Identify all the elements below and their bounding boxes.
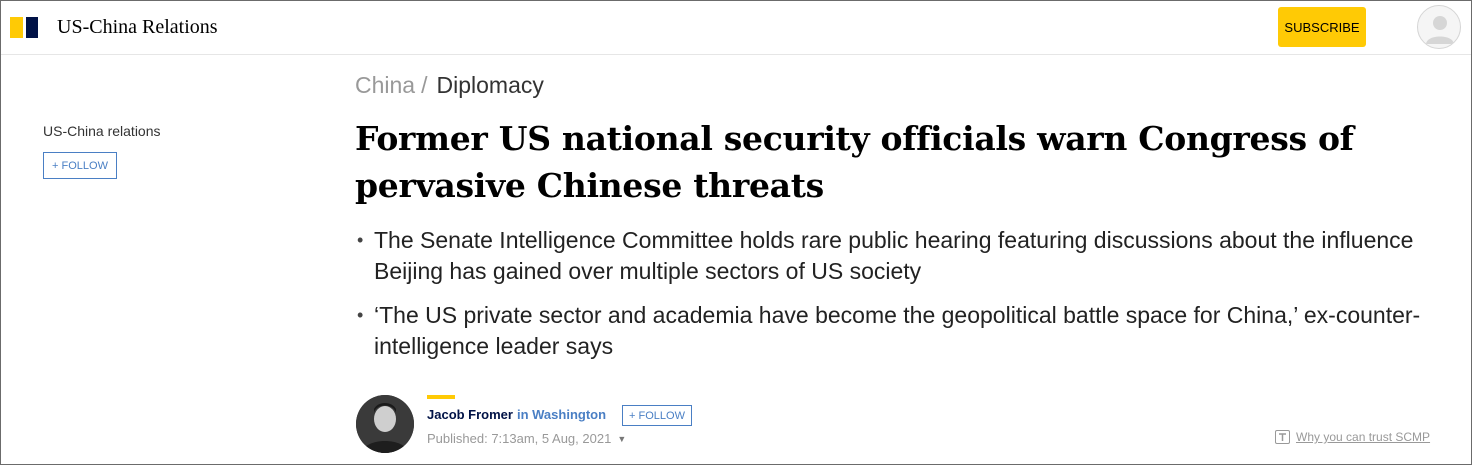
subscribe-button[interactable]: SUBSCRIBE bbox=[1278, 7, 1366, 47]
article-summary: The Senate Intelligence Committee holds … bbox=[357, 225, 1457, 375]
author-accent-bar bbox=[427, 395, 455, 399]
breadcrumb-separator: / bbox=[421, 72, 428, 98]
section-title[interactable]: US-China Relations bbox=[57, 16, 218, 39]
author-location: in Washington bbox=[516, 407, 607, 422]
published-text: Published: 7:13am, 5 Aug, 2021 bbox=[427, 431, 612, 446]
article-headline: Former US national security officials wa… bbox=[355, 119, 1354, 205]
trust-link[interactable]: Why you can trust SCMP bbox=[1275, 430, 1430, 444]
follow-topic-button[interactable]: + FOLLOW bbox=[43, 152, 117, 179]
summary-item: The Senate Intelligence Committee holds … bbox=[357, 225, 1457, 287]
breadcrumb: China / Diplomacy bbox=[355, 72, 544, 99]
author-name[interactable]: Jacob Fromer bbox=[427, 407, 513, 422]
author-avatar[interactable] bbox=[356, 395, 414, 453]
logo-yellow-block bbox=[10, 17, 23, 38]
author-byline: Jacob Fromer in Washington bbox=[427, 407, 606, 422]
author-photo-icon bbox=[356, 395, 414, 453]
trust-link-label: Why you can trust SCMP bbox=[1296, 430, 1431, 444]
published-date[interactable]: Published: 7:13am, 5 Aug, 2021 ▼ bbox=[427, 431, 626, 446]
trust-icon bbox=[1275, 430, 1290, 444]
scmp-logo-icon[interactable] bbox=[10, 17, 38, 38]
chevron-down-icon[interactable]: ▼ bbox=[617, 434, 626, 444]
site-header: US-China Relations SUBSCRIBE bbox=[1, 1, 1471, 55]
topic-label[interactable]: US-China relations bbox=[43, 123, 161, 139]
follow-author-button[interactable]: + FOLLOW bbox=[622, 405, 692, 426]
logo-navy-block bbox=[26, 17, 38, 38]
user-silhouette-icon bbox=[1426, 16, 1454, 44]
user-avatar-icon[interactable] bbox=[1417, 5, 1461, 49]
summary-item: ‘The US private sector and academia have… bbox=[357, 300, 1457, 362]
breadcrumb-item-diplomacy[interactable]: Diplomacy bbox=[437, 72, 544, 99]
breadcrumb-item-china[interactable]: China bbox=[355, 72, 415, 99]
